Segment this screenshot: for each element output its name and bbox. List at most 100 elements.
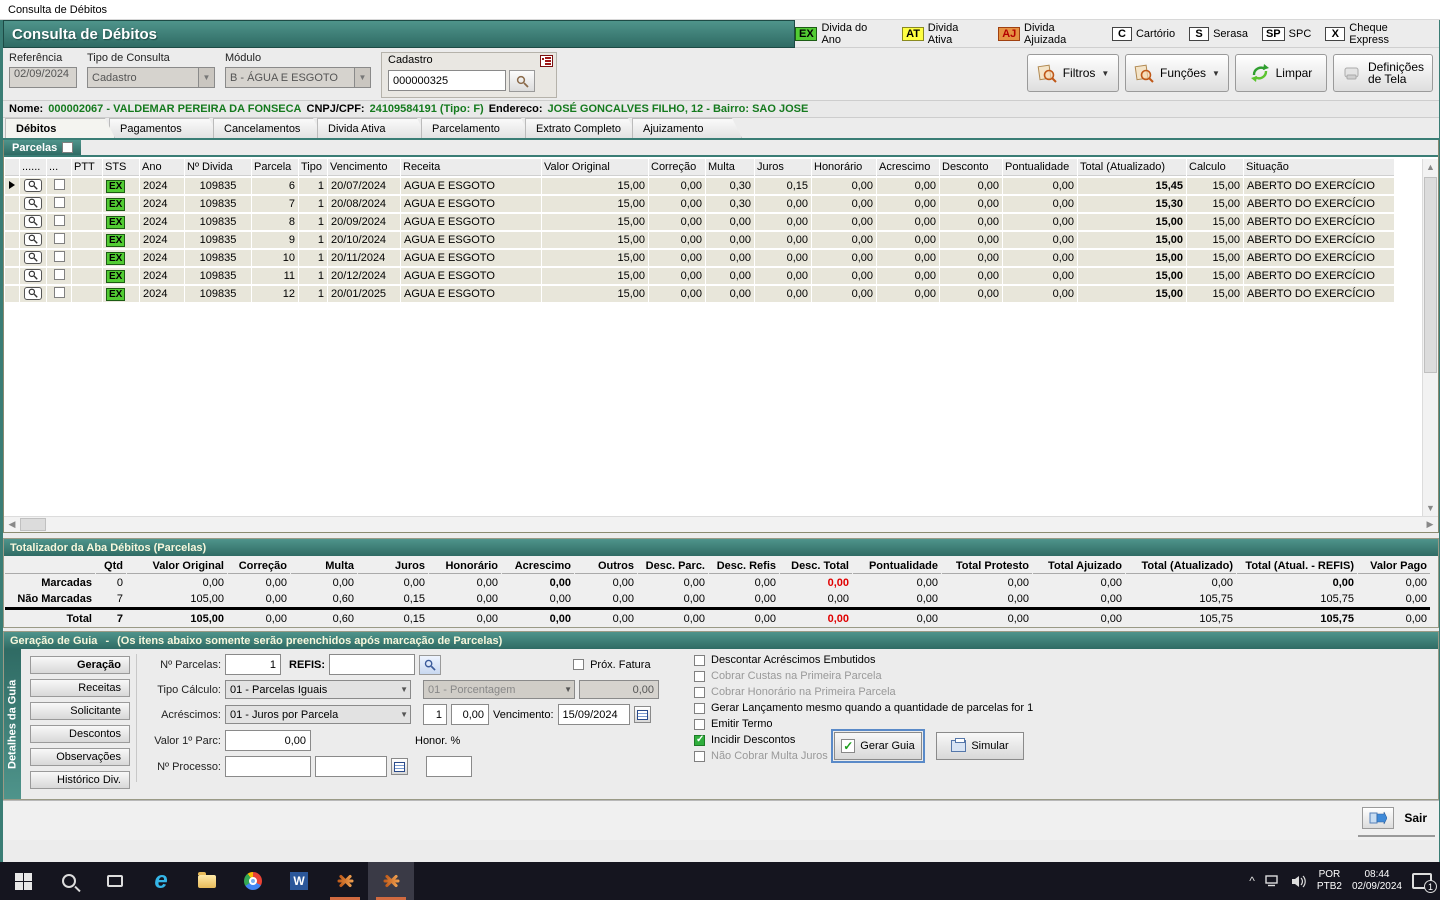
language-indicator[interactable]: PORPTB2 xyxy=(1317,869,1342,893)
table-row[interactable]: EX 2024 109835 7 1 20/08/2024 AGUA E ESG… xyxy=(5,196,1394,212)
valor1-input[interactable] xyxy=(225,730,311,751)
row-detail-button[interactable] xyxy=(24,251,42,264)
nav-receitas-button[interactable]: Receitas xyxy=(30,679,130,697)
descontar-acrescimos-embutidos-checkbox[interactable] xyxy=(694,655,705,666)
app-sunburst-button[interactable] xyxy=(322,862,368,900)
nav-descontos-button[interactable]: Descontos xyxy=(30,725,130,743)
filtros-button[interactable]: Filtros▼ xyxy=(1027,54,1119,92)
clock[interactable]: 08:4402/09/2024 xyxy=(1352,869,1402,893)
horizontal-scroll-thumb[interactable] xyxy=(20,518,46,531)
processo-input[interactable] xyxy=(225,756,311,777)
tab-ajuizamento[interactable]: Ajuizamento xyxy=(632,118,742,138)
row-select-checkbox[interactable] xyxy=(54,251,65,262)
acrescimos-valor-input[interactable] xyxy=(451,704,489,725)
row-detail-button[interactable] xyxy=(24,215,42,228)
internet-explorer-button[interactable]: e xyxy=(138,862,184,900)
taskbar-search-button[interactable] xyxy=(46,862,92,900)
tab-extrato-completo[interactable]: Extrato Completo xyxy=(525,118,638,138)
scroll-down-icon[interactable]: ▼ xyxy=(1423,500,1438,516)
gerar-lancamento-mesmo-quando-a-quantidade-de-parcelas-for-1-checkbox[interactable] xyxy=(694,703,705,714)
nav-geracao-button[interactable]: Geração xyxy=(30,656,130,674)
column-header-receita[interactable]: Receita xyxy=(401,159,541,176)
column-header-valor-original[interactable]: Valor Original xyxy=(542,159,648,176)
row-select-checkbox[interactable] xyxy=(54,179,65,190)
column-header-ptt[interactable]: PTT xyxy=(72,159,102,176)
honor-input[interactable] xyxy=(426,756,472,777)
definicoes-tela-button[interactable]: Definiçõesde Tela xyxy=(1333,54,1433,92)
column-header-marker[interactable] xyxy=(5,159,19,176)
horizontal-scrollbar[interactable]: ◀ ▶ xyxy=(4,516,1438,532)
row-detail-button[interactable] xyxy=(24,197,42,210)
column-header-situacao[interactable]: Situação xyxy=(1244,159,1394,176)
gerar-guia-button[interactable]: Gerar Guia xyxy=(834,732,922,760)
acrescimos-select[interactable]: 01 - Juros por Parcela▼ xyxy=(225,705,411,724)
network-icon[interactable] xyxy=(1265,875,1281,887)
tipo-calculo-select[interactable]: 01 - Parcelas Iguais▼ xyxy=(225,680,411,699)
column-header-acrescimo[interactable]: Acrescimo xyxy=(877,159,939,176)
limpar-button[interactable]: Limpar xyxy=(1235,54,1327,92)
row-detail-button[interactable] xyxy=(24,179,42,192)
row-select-checkbox[interactable] xyxy=(54,233,65,244)
table-row[interactable]: EX 2024 109835 8 1 20/09/2024 AGUA E ESG… xyxy=(5,214,1394,230)
scroll-left-icon[interactable]: ◀ xyxy=(4,517,20,532)
column-header-marker[interactable]: ... xyxy=(47,159,71,176)
vencimento-input[interactable] xyxy=(558,704,630,725)
cadastro-search-button[interactable] xyxy=(509,70,535,92)
table-row[interactable]: EX 2024 109835 12 1 20/01/2025 AGUA E ES… xyxy=(5,286,1394,302)
sair-button[interactable]: Sair xyxy=(1358,805,1435,837)
scroll-up-icon[interactable]: ▲ xyxy=(1423,159,1438,175)
tab-parcelamento[interactable]: Parcelamento xyxy=(421,118,531,138)
tab-debitos[interactable]: Débitos xyxy=(5,118,115,138)
column-header-tipo[interactable]: Tipo xyxy=(299,159,327,176)
processo-data-input[interactable] xyxy=(315,756,387,777)
horizontal-scroll-track[interactable] xyxy=(46,517,1422,532)
table-row[interactable]: EX 2024 109835 9 1 20/10/2024 AGUA E ESG… xyxy=(5,232,1394,248)
tray-expand-icon[interactable]: ^ xyxy=(1249,874,1255,888)
vertical-scrollbar[interactable]: ▲ ▼ xyxy=(1422,159,1438,516)
row-select-checkbox[interactable] xyxy=(54,197,65,208)
row-select-checkbox[interactable] xyxy=(54,215,65,226)
column-header-marker[interactable]: ...... xyxy=(20,159,46,176)
vencimento-calendar-button[interactable] xyxy=(634,706,651,723)
row-detail-button[interactable] xyxy=(24,287,42,300)
column-header-sts[interactable]: STS xyxy=(103,159,139,176)
task-view-button[interactable] xyxy=(92,862,138,900)
nav-solicitante-button[interactable]: Solicitante xyxy=(30,702,130,720)
column-header-desconto[interactable]: Desconto xyxy=(940,159,1002,176)
speaker-icon[interactable] xyxy=(1291,875,1307,888)
refis-search-button[interactable] xyxy=(419,655,441,675)
acrescimos-qtd-input[interactable] xyxy=(423,704,447,725)
row-select-checkbox[interactable] xyxy=(54,287,65,298)
column-header-juros[interactable]: Juros xyxy=(755,159,811,176)
column-header-parcela[interactable]: Parcela xyxy=(252,159,298,176)
vertical-scroll-thumb[interactable] xyxy=(1424,177,1437,373)
prox-fatura-checkbox[interactable] xyxy=(573,659,584,670)
column-header-total-atualizado[interactable]: Total (Atualizado) xyxy=(1078,159,1186,176)
scroll-right-icon[interactable]: ▶ xyxy=(1422,517,1438,532)
list-icon[interactable] xyxy=(540,55,553,67)
file-explorer-button[interactable] xyxy=(184,862,230,900)
notification-icon[interactable]: 1 xyxy=(1412,873,1432,889)
word-button[interactable]: W xyxy=(276,862,322,900)
cadastro-input[interactable] xyxy=(388,70,506,91)
column-header-vencimento[interactable]: Vencimento xyxy=(328,159,400,176)
table-row[interactable]: EX 2024 109835 11 1 20/12/2024 AGUA E ES… xyxy=(5,268,1394,284)
simular-button[interactable]: Simular xyxy=(936,732,1024,760)
row-detail-button[interactable] xyxy=(24,269,42,282)
column-header-n-divida[interactable]: Nº Divida xyxy=(185,159,251,176)
n-parcelas-input[interactable] xyxy=(225,654,281,675)
app-sunburst-active-button[interactable] xyxy=(368,862,414,900)
start-button[interactable] xyxy=(0,862,46,900)
column-header-pontualidade[interactable]: Pontualidade xyxy=(1003,159,1077,176)
nav-observacoes-button[interactable]: Observações xyxy=(30,748,130,766)
incidir-descontos-checkbox[interactable] xyxy=(694,735,705,746)
row-detail-button[interactable] xyxy=(24,233,42,246)
chrome-button[interactable] xyxy=(230,862,276,900)
nav-historico-div-button[interactable]: Histórico Div. xyxy=(30,771,130,789)
tab-divida-ativa[interactable]: Divida Ativa xyxy=(317,118,427,138)
column-header-correcao[interactable]: Correção xyxy=(649,159,705,176)
tab-cancelamentos[interactable]: Cancelamentos xyxy=(213,118,323,138)
emitir-termo-checkbox[interactable] xyxy=(694,719,705,730)
column-header-multa[interactable]: Multa xyxy=(706,159,754,176)
refis-input[interactable] xyxy=(329,654,415,675)
